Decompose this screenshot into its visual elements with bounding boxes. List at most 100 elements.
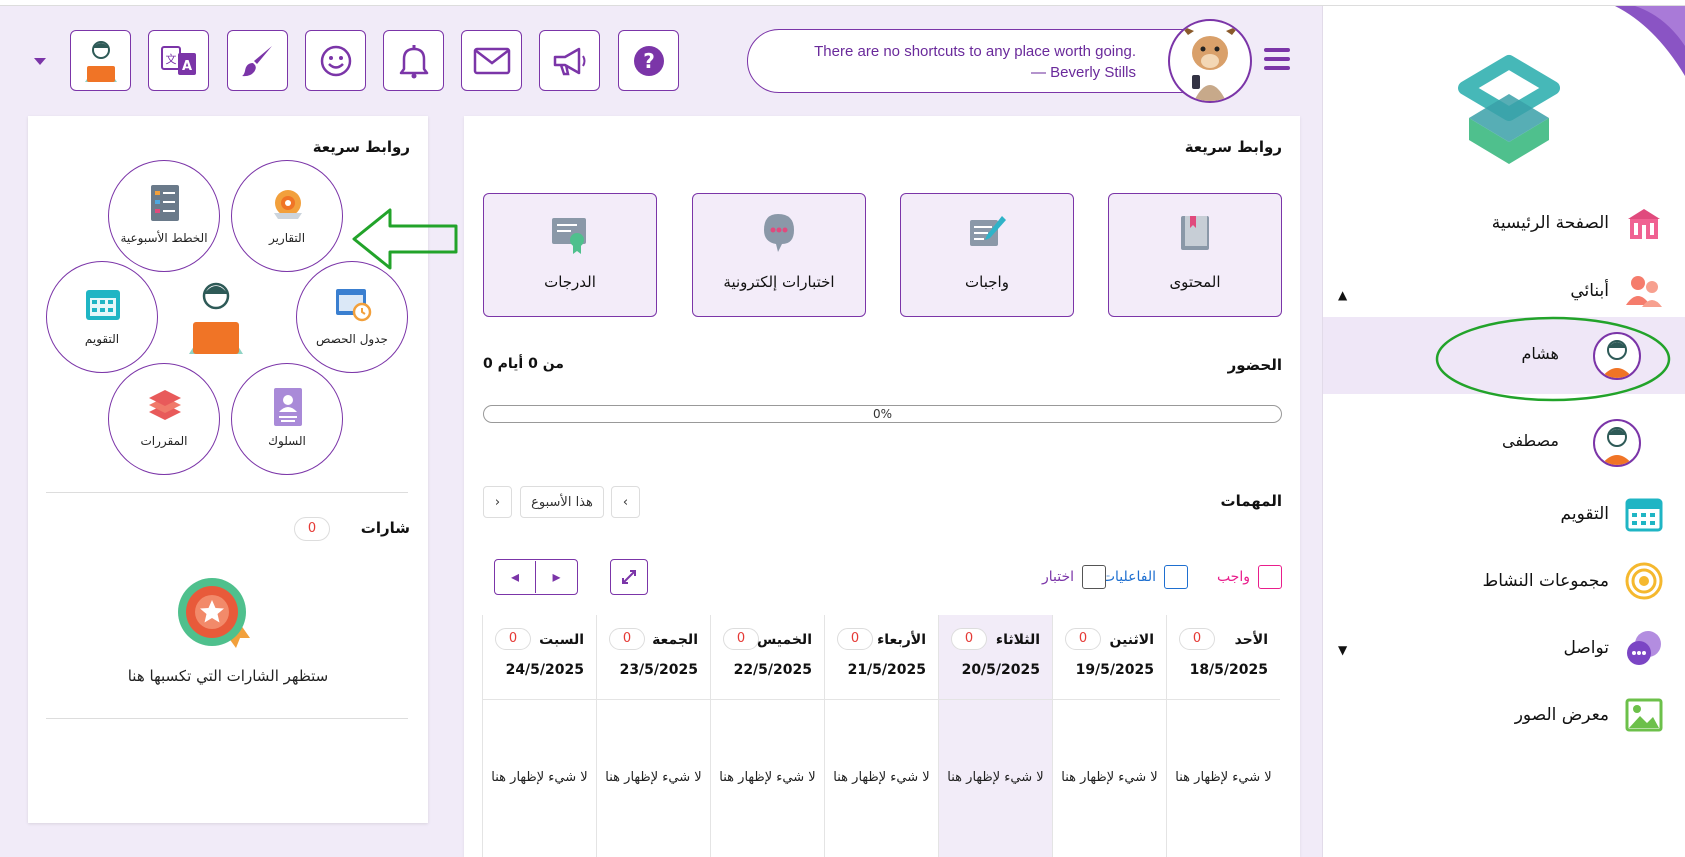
assignment-icon [970,216,1006,246]
filter-label: الفاعليات [1101,569,1156,585]
day-header: الخميس 0 22/5/2025 [711,615,824,700]
sidebar-item-calendar[interactable]: التقويم [1561,493,1665,535]
circle-label: السلوك [268,434,306,448]
filter-test[interactable]: اختبار [1042,565,1106,589]
school-logo-icon [1458,55,1560,164]
quote-text: There are no shortcuts to any place wort… [814,41,1136,83]
dropdown-caret-icon[interactable] [33,56,47,66]
day-column[interactable]: الثلاثاء 0 20/5/2025 لا شيء لإظهار هنا [938,615,1052,857]
sidebar-item-home[interactable]: الصفحة الرئيسية [1492,202,1665,244]
quick-circle-reports[interactable]: التقارير [231,160,343,272]
child-item-hisham[interactable]: هشام [1323,316,1685,402]
week-grid: الأحد 0 18/5/2025 لا شيء لإظهار هنا الاثنين 0… [482,615,1282,857]
sidebar-item-activity-groups[interactable]: مجموعات النشاط [1482,560,1665,602]
day-column[interactable]: الجمعة 0 23/5/2025 لا شيء لإظهار هنا [596,615,710,857]
calendar-prev-button[interactable]: ◂ [495,561,537,593]
chevron-left-icon: ‹ [622,494,629,510]
badges-count: 0 [294,517,330,541]
smiley-icon [320,45,351,76]
day-name: الثلاثاء [995,632,1040,648]
notifications-button[interactable] [383,30,444,91]
day-column[interactable]: الخميس 0 22/5/2025 لا شيء لإظهار هنا [710,615,824,857]
badges-title: شارات [360,519,410,537]
day-empty-message: لا شيء لإظهار هنا [605,770,702,785]
quick-link-label: المحتوى [1169,273,1221,291]
filter-events[interactable]: الفاعليات [1102,565,1188,589]
sidebar-item-communication[interactable]: تواصل [1563,627,1665,669]
day-column[interactable]: الأربعاء 0 21/5/2025 لا شيء لإظهار هنا [824,615,938,857]
certificate-icon [552,218,586,254]
events-checkbox[interactable] [1164,565,1188,589]
profile-button[interactable] [70,30,131,91]
collapse-caret-icon[interactable]: ▲ [1338,288,1347,302]
quick-circle-weekly-plans[interactable]: الخطط الأسبوعية [108,160,220,272]
quick-link-online-tests[interactable]: اختبارات إلكترونية [692,193,866,317]
messages-button[interactable] [461,30,522,91]
filter-homework[interactable]: واجب [1217,565,1282,589]
quick-circle-calendar[interactable]: التقويم [46,261,158,373]
quick-link-assignments[interactable]: واجبات [900,193,1074,317]
expand-caret-icon[interactable]: ▼ [1338,643,1347,657]
divider [46,492,408,493]
user-avatar-icon [84,40,117,82]
fullscreen-button[interactable] [610,559,648,595]
homework-checkbox[interactable] [1258,565,1282,589]
day-empty-message: لا شيء لإظهار هنا [833,770,930,785]
sidebar-item-gallery[interactable]: معرض الصور [1515,694,1665,736]
day-empty-message: لا شيء لإظهار هنا [719,770,816,785]
day-column[interactable]: الاثنين 0 19/5/2025 لا شيء لإظهار هنا [1052,615,1166,857]
quick-circle-timetable[interactable]: جدول الحصص [296,261,408,373]
day-date: 20/5/2025 [961,662,1040,678]
day-task-count: 0 [1179,628,1215,650]
calendar-icon [86,290,120,320]
child-item-mustafa[interactable]: مصطفى [1323,404,1685,481]
menu-toggle-icon[interactable] [1264,48,1290,70]
pointer-arrow-annotation [352,208,458,270]
attendance-progress-bar: 0% [483,405,1282,423]
dashboard-main-card: روابط سريعة المحتوى واجبات اختبارات إلكت… [464,116,1300,857]
day-task-count: 0 [951,628,987,650]
day-header: السبت 0 24/5/2025 [483,615,596,700]
medal-icon [178,578,250,648]
calendar-next-button[interactable]: ▸ [536,561,577,593]
quick-link-content[interactable]: المحتوى [1108,193,1282,317]
circle-label: التقارير [268,231,306,245]
language-button[interactable]: A文 [148,30,209,91]
theme-button[interactable] [227,30,288,91]
sidebar: الصفحة الرئيسية أبنائي ▲ هشام مصطفى التق… [1322,6,1685,857]
day-task-count: 0 [1065,628,1101,650]
mail-icon [473,47,510,74]
quick-link-label: واجبات [965,273,1009,291]
attendance-summary: 0 من 0 أيام [483,356,564,372]
sidebar-item-label: التقويم [1560,504,1609,524]
target-icon [1623,560,1665,602]
quick-circle-behavior[interactable]: السلوك [231,363,343,475]
previous-week-button[interactable]: ‹ [611,486,640,518]
day-empty-message: لا شيء لإظهار هنا [491,770,588,785]
sidebar-item-label: تواصل [1563,638,1609,658]
day-task-count: 0 [837,628,873,650]
sidebar-item-children[interactable]: أبنائي [1570,270,1665,312]
test-checkbox[interactable] [1082,565,1106,589]
quick-link-grades[interactable]: الدرجات [483,193,657,317]
day-name: الأحد [1234,632,1268,648]
day-header: الأحد 0 18/5/2025 [1167,615,1280,700]
this-week-button[interactable]: هذا الأسبوع [520,486,604,518]
checklist-icon [151,185,179,221]
attendance-title: الحضور [1227,356,1282,374]
next-week-button[interactable]: › [483,486,512,518]
sidebar-item-label: معرض الصور [1514,705,1609,725]
megaphone-icon [553,47,585,75]
day-column[interactable]: الأحد 0 18/5/2025 لا شيء لإظهار هنا [1166,615,1280,857]
image-icon [1623,694,1665,736]
mood-button[interactable] [305,30,366,91]
child-name: مصطفى [1502,431,1559,450]
circle-label: الخطط الأسبوعية [120,231,208,245]
help-button[interactable]: ? [618,30,679,91]
quick-circle-courses[interactable]: المقررات [108,363,220,475]
day-date: 21/5/2025 [847,662,926,678]
day-column[interactable]: السبت 0 24/5/2025 لا شيء لإظهار هنا [482,615,596,857]
day-date: 24/5/2025 [505,662,584,678]
day-date: 18/5/2025 [1189,662,1268,678]
announcements-button[interactable] [539,30,600,91]
